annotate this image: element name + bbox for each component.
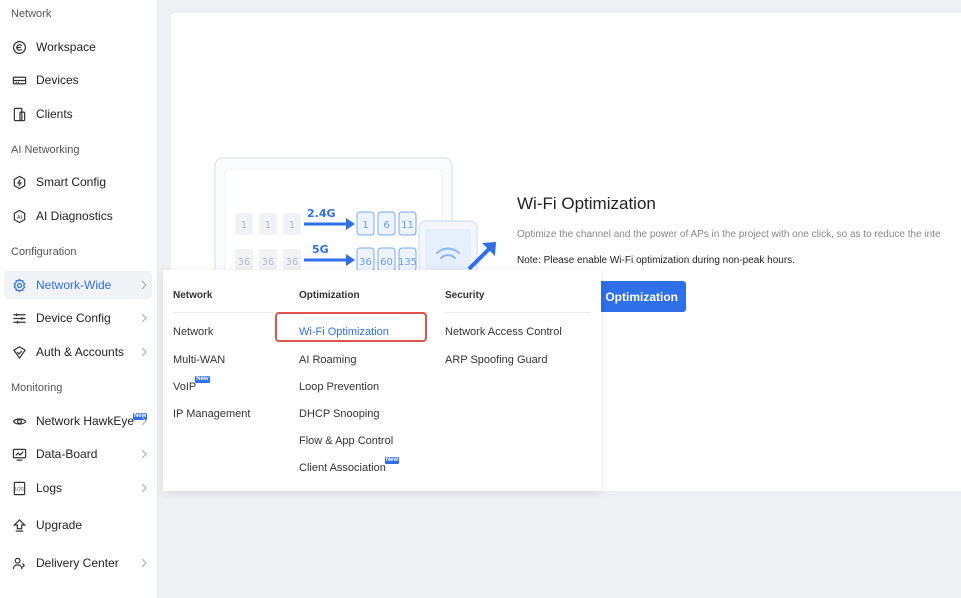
sidebar-item-upgrade[interactable]: Upgrade (4, 511, 152, 539)
illus-band-2g: 2.4G (307, 207, 336, 220)
sidebar-item-data-board[interactable]: Data-Board (4, 440, 152, 468)
sidebar-item-label: Workspace (36, 40, 96, 54)
sidebar-item-workspace[interactable]: Workspace (4, 33, 152, 61)
illus-row2-right-2: 135 (398, 257, 417, 268)
sidebar-item-network-hawkeye[interactable]: Network HawkEye New (4, 407, 152, 435)
auth-icon (11, 344, 27, 360)
sidebar-item-label: Logs (36, 481, 63, 495)
sidebar-item-smart-config[interactable]: Smart Config (4, 168, 152, 196)
section-title-network: Network (11, 8, 52, 20)
illus-row2-right-0: 36 (359, 257, 372, 268)
sidebar-item-auth-accounts[interactable]: Auth & Accounts (4, 338, 152, 366)
sidebar-item-logs[interactable]: LOG Logs (4, 474, 152, 502)
illus-row1-right-0: 1 (362, 220, 368, 231)
illus-row2-left-2: 36 (286, 257, 299, 268)
sliders-icon (11, 310, 27, 326)
sidebar-item-label: Smart Config (36, 175, 107, 189)
sidebar-item-label: Network HawkEye (36, 414, 135, 428)
menu-item-client-association[interactable]: Client AssociationNew (299, 457, 400, 474)
illus-row1-right-1: 6 (383, 220, 389, 231)
illus-row2-left-0: 36 (238, 257, 251, 268)
svg-text:AI: AI (16, 214, 22, 220)
gear-icon (11, 277, 27, 293)
sidebar-item-label: Delivery Center (36, 556, 119, 570)
section-title-ai: AI Networking (11, 144, 80, 156)
page-title: Wi-Fi Optimization (517, 194, 656, 213)
network-wide-dropdown: Network Optimization Security Network Mu… (163, 270, 601, 491)
eye-icon (11, 413, 27, 429)
menu-item-voip[interactable]: VoIPNew (173, 376, 210, 393)
clients-icon (11, 106, 27, 122)
sidebar-item-clients[interactable]: Clients (4, 100, 152, 128)
column-divider (173, 312, 273, 313)
menu-item-ip-management[interactable]: IP Management (173, 408, 250, 420)
menu-item-flow-app-control[interactable]: Flow & App Control (299, 435, 393, 447)
menu-item-dhcp-snooping[interactable]: DHCP Snooping (299, 408, 380, 420)
menu-item-ai-roaming[interactable]: AI Roaming (299, 354, 356, 366)
page-description: Optimize the channel and the power of AP… (517, 229, 941, 240)
sidebar: Network Workspace Devices Clients AI Net… (0, 0, 158, 598)
illus-band-5g: 5G (312, 243, 329, 256)
delivery-icon (11, 555, 27, 571)
illus-row1-left-0: 1 (241, 220, 247, 231)
upgrade-icon (11, 517, 27, 533)
smart-config-icon (11, 174, 27, 190)
sidebar-item-network-wide[interactable]: Network-Wide (4, 271, 152, 299)
chevron-right-icon (141, 347, 147, 357)
sidebar-item-label: Network-Wide (36, 278, 112, 292)
sidebar-item-delivery-center[interactable]: Delivery Center (4, 549, 152, 577)
wifi-optimization-illustration: 1 1 1 36 36 36 2.4G 5G 1 6 11 36 60 135 (214, 157, 496, 277)
chevron-right-icon (141, 449, 147, 459)
menu-item-multi-wan[interactable]: Multi-WAN (173, 354, 225, 366)
section-title-configuration: Configuration (11, 246, 77, 258)
column-header-optimization: Optimization (299, 290, 360, 301)
workspace-icon (11, 39, 27, 55)
menu-item-wifi-optimization[interactable]: Wi-Fi Optimization (299, 326, 389, 338)
sidebar-item-label: Data-Board (36, 447, 98, 461)
chevron-right-icon (141, 416, 147, 426)
sidebar-item-label: Clients (36, 107, 73, 121)
sidebar-item-label: Upgrade (36, 518, 83, 532)
chevron-right-icon (141, 558, 147, 568)
column-header-security: Security (445, 290, 485, 301)
page-note: Note: Please enable Wi-Fi optimization d… (517, 255, 795, 266)
new-badge: New (384, 457, 400, 464)
sidebar-item-label: Devices (36, 73, 79, 87)
sidebar-item-devices[interactable]: Devices (4, 66, 152, 94)
svg-text:LOG: LOG (15, 486, 24, 491)
menu-item-label: Client Association (299, 462, 386, 474)
illus-row2-right-1: 60 (380, 257, 393, 268)
sidebar-item-device-config[interactable]: Device Config (4, 304, 152, 332)
menu-item-label: VoIP (173, 381, 197, 393)
illus-row1-left-2: 1 (289, 220, 295, 231)
chevron-right-icon (141, 313, 147, 323)
monitor-chart-icon (11, 446, 27, 462)
illus-row1-left-1: 1 (265, 220, 271, 231)
sidebar-item-label: AI Diagnostics (36, 209, 113, 223)
illus-row2-left-1: 36 (262, 257, 275, 268)
ai-diagnostics-icon: AI (11, 208, 27, 224)
menu-item-network-access-control[interactable]: Network Access Control (445, 326, 562, 338)
sidebar-item-ai-diagnostics[interactable]: AI AI Diagnostics (4, 202, 152, 230)
chevron-right-icon (141, 483, 147, 493)
menu-item-network[interactable]: Network (173, 326, 213, 338)
sidebar-item-label: Device Config (36, 311, 111, 325)
new-badge: New (195, 376, 210, 383)
column-divider (445, 312, 591, 313)
column-header-network: Network (173, 290, 213, 301)
chevron-right-icon (141, 280, 147, 290)
log-icon: LOG (11, 480, 27, 496)
device-icon (11, 72, 27, 88)
menu-item-loop-prevention[interactable]: Loop Prevention (299, 381, 379, 393)
section-title-monitoring: Monitoring (11, 382, 63, 394)
menu-item-arp-spoofing-guard[interactable]: ARP Spoofing Guard (445, 354, 548, 366)
illus-row1-right-2: 11 (401, 220, 414, 231)
sidebar-item-label: Auth & Accounts (36, 345, 125, 359)
